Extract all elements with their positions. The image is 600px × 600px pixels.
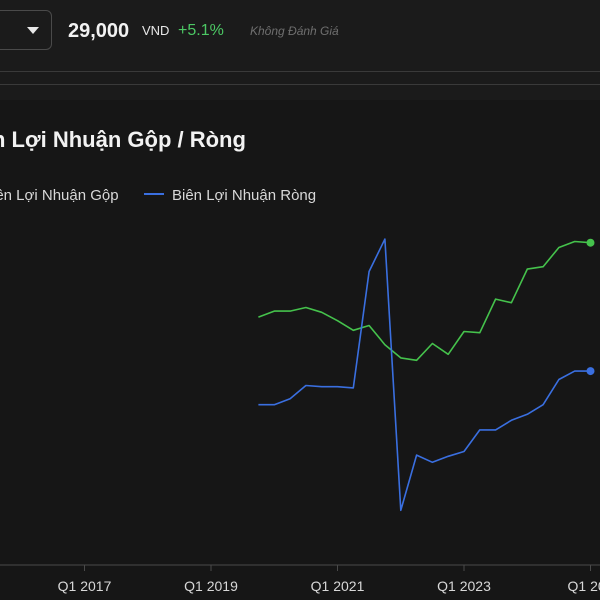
x-tick-label: Q1 2023 — [437, 578, 491, 594]
x-tick-label: Q1 2019 — [184, 578, 238, 594]
page: 29,000 VND +5.1% Không Đánh Giá n Lợi Nh… — [0, 0, 600, 600]
x-tick-label: Q1 202 — [568, 578, 600, 594]
margin-line-chart: Q1 2017 Q1 2019 Q1 2021 Q1 2023 Q1 202 — [0, 238, 600, 594]
x-tick-label: Q1 2017 — [58, 578, 112, 594]
x-tick-label: Q1 2021 — [311, 578, 365, 594]
series-line-1 — [258, 238, 591, 512]
series-line-0 — [258, 240, 591, 362]
series-end-point-1[interactable] — [586, 367, 595, 376]
series-end-point-0[interactable] — [586, 238, 595, 247]
